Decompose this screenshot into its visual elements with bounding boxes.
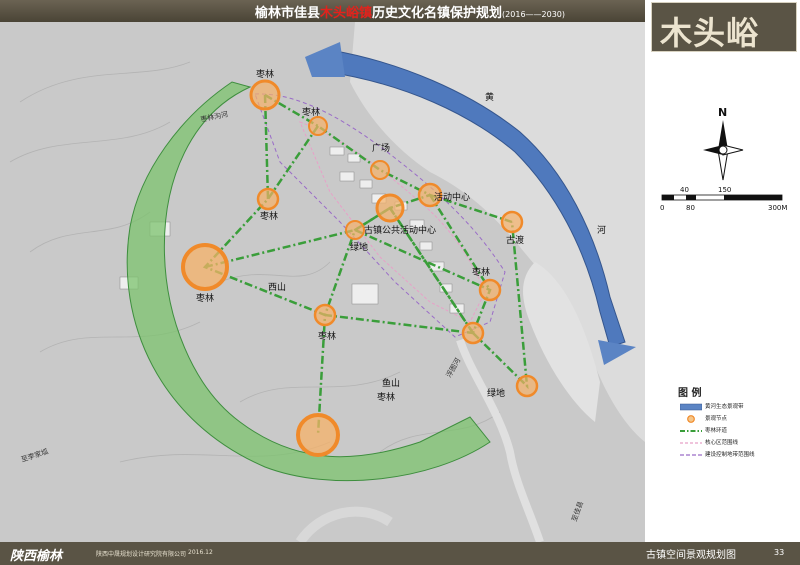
label-jujube-5: 枣林: [472, 266, 490, 278]
scale-tick-150: 150: [718, 186, 731, 194]
map-canvas[interactable]: 黄 河 枣林 枣林 枣林 枣林 枣林 枣林 枣林 广场 活动中心 古镇公共活动中…: [0, 22, 645, 542]
river-label-huang: 黄: [485, 91, 494, 103]
pink-dashed-line-icon: [680, 442, 702, 444]
label-green-2: 绿地: [487, 387, 505, 399]
legend-label: 枣林环道: [705, 428, 728, 434]
title-suffix: 历史文化名镇保护规划: [372, 6, 503, 21]
scale-tick-300m: 300M: [768, 204, 787, 212]
title-prefix: 榆林市佳县: [255, 6, 321, 21]
label-green-1: 绿地: [350, 241, 368, 253]
landscape-node[interactable]: [461, 321, 485, 345]
scale-bar: 40 150 0 80 300M: [660, 186, 787, 212]
label-plaza: 广场: [372, 142, 390, 154]
landscape-node[interactable]: [308, 116, 328, 136]
footer-date: 2016.12: [188, 549, 213, 556]
page-number: 33: [774, 548, 785, 557]
north-label: N: [718, 106, 727, 119]
label-jujube-1: 枣林: [256, 68, 274, 80]
label-xishan: 西山: [268, 282, 286, 293]
brand-logo-text: 木头峪: [660, 14, 760, 52]
label-jujube-4: 枣林: [196, 292, 214, 304]
footer-organization: 陕西中晟规划设计研究院有限公司: [96, 551, 187, 558]
landscape-node[interactable]: [249, 79, 281, 111]
label-public-activity-center: 古镇公共活动中心: [364, 224, 436, 236]
scale-tick-80: 80: [686, 204, 695, 212]
label-jujube-3: 枣林: [260, 210, 278, 222]
purple-dashed-line-icon: [680, 454, 702, 456]
river-label-he: 河: [597, 224, 606, 236]
title-town-name: 木头峪镇: [320, 6, 373, 21]
blue-band-swatch-icon: [680, 403, 702, 411]
legend-item-eco-band: 黄河生态景观带: [680, 402, 795, 413]
legend-label: 黄河生态景观带: [705, 404, 744, 410]
landscape-node[interactable]: [313, 303, 337, 327]
label-ancient-ferry: 古渡: [506, 234, 524, 246]
landscape-node[interactable]: [296, 413, 340, 457]
landscape-node[interactable]: [181, 243, 229, 291]
label-jujube-7: 枣林: [377, 391, 395, 403]
landscape-node[interactable]: [256, 187, 280, 211]
legend-title: 图 例: [678, 388, 702, 399]
map-sheet: 榆林市佳县木头峪镇历史文化名镇保护规划(2016——2030) 木头峪 黄 河 …: [0, 0, 800, 565]
legend-item-landscape-node: 景观节点: [680, 414, 795, 425]
legend-item-ring-road: 枣林环道: [680, 426, 795, 437]
legend: 黄河生态景观带 景观节点 枣林环道 核心区范围线 建设控制地带范围线: [680, 402, 795, 462]
map-name: 古镇空间景观规划图: [646, 550, 736, 561]
legend-label: 核心区范围线: [705, 440, 739, 446]
title-years: (2016——2030): [502, 10, 566, 19]
scale-tick-0: 0: [660, 204, 664, 212]
label-yushan: 鱼山: [382, 377, 400, 389]
north-arrow-icon: N: [703, 106, 744, 181]
landscape-node[interactable]: [500, 210, 524, 234]
landscape-node[interactable]: [345, 220, 365, 240]
legend-label: 景观节点: [705, 416, 728, 422]
legend-item-control-boundary: 建设控制地带范围线: [680, 450, 795, 461]
legend-item-core-boundary: 核心区范围线: [680, 438, 795, 449]
footer-logo: 陕西榆林: [10, 549, 63, 564]
label-jujube-2: 枣林: [302, 106, 320, 118]
brand-logo: 木头峪: [651, 2, 797, 52]
map-drawing: 黄 河 枣林 枣林 枣林 枣林 枣林 枣林 枣林 广场 活动中心 古镇公共活动中…: [0, 22, 645, 542]
landscape-node[interactable]: [478, 278, 502, 302]
label-activity-center: 活动中心: [434, 191, 470, 203]
label-jujube-6: 枣林: [318, 330, 336, 342]
scale-tick-40: 40: [680, 186, 689, 194]
green-dashed-line-icon: [680, 430, 702, 432]
landscape-node[interactable]: [370, 160, 390, 180]
landscape-node[interactable]: [375, 193, 405, 223]
page-title: 榆林市佳县木头峪镇历史文化名镇保护规划(2016——2030): [255, 2, 645, 21]
orange-circle-swatch-icon: [687, 415, 695, 423]
legend-label: 建设控制地带范围线: [705, 452, 755, 458]
landscape-node[interactable]: [515, 374, 539, 398]
